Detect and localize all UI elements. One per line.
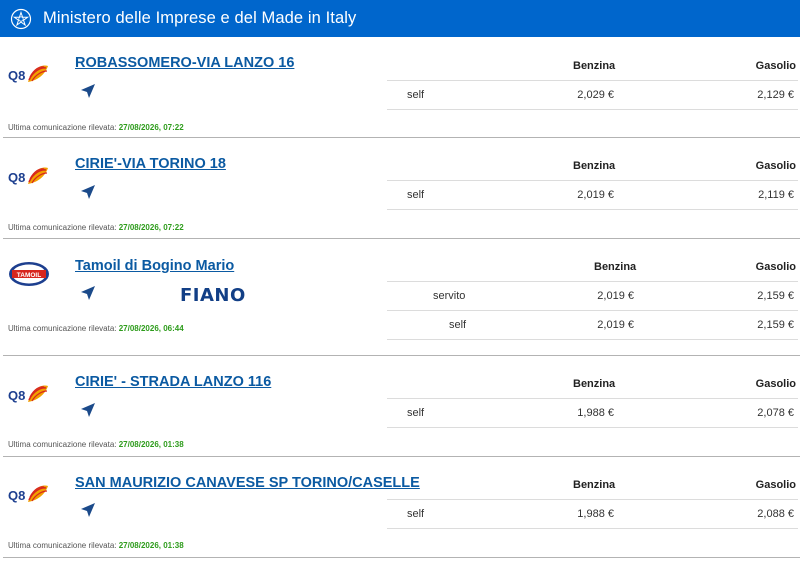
station-card: Q8 CIRIE' - STRADA LANZO 116 Benzina Gas… <box>0 356 800 457</box>
gasolio-price: 2,159 € <box>757 290 794 302</box>
benzina-price: 1,988 € <box>577 407 614 419</box>
svg-text:Q8: Q8 <box>8 488 25 503</box>
last-communication-timestamp: 27/08/2026, 07:22 <box>118 123 184 132</box>
benzina-header: Benzina <box>573 160 616 172</box>
navigate-arrow-icon[interactable] <box>80 402 96 418</box>
last-communication-timestamp: 27/08/2026, 01:38 <box>118 541 184 550</box>
last-communication-timestamp: 27/08/2026, 07:22 <box>118 223 184 232</box>
last-communication-note: Ultima comunicazione rilevata: 27/08/202… <box>8 541 184 550</box>
last-communication-timestamp: 27/08/2026, 06:44 <box>118 324 184 333</box>
benzina-header: Benzina <box>573 479 616 491</box>
gasolio-header: Gasolio <box>755 160 796 172</box>
gasolio-price: 2,159 € <box>757 319 794 331</box>
svg-text:Q8: Q8 <box>8 388 25 403</box>
q8-logo-icon: Q8 <box>8 485 48 503</box>
last-communication-timestamp: 27/08/2026, 01:38 <box>118 440 184 449</box>
navigate-arrow-icon[interactable] <box>80 184 96 200</box>
tamoil-logo-icon: TAMOIL <box>9 262 49 286</box>
last-communication-note: Ultima comunicazione rilevata: 27/08/202… <box>8 223 184 232</box>
service-type: self <box>407 89 425 101</box>
station-name-link[interactable]: Tamoil di Bogino Mario <box>75 258 234 274</box>
gasolio-header: Gasolio <box>755 261 796 273</box>
svg-text:Q8: Q8 <box>8 68 25 83</box>
price-table: Benzina Gasolio self 2,019 € 2,119 € <box>387 153 798 210</box>
price-header-row: Benzina Gasolio <box>387 153 798 181</box>
italian-republic-emblem-icon <box>10 8 32 29</box>
last-communication-note: Ultima comunicazione rilevata: 27/08/202… <box>8 123 184 132</box>
navigate-arrow-icon[interactable] <box>80 285 96 301</box>
service-type: self <box>449 319 467 331</box>
gasolio-price: 2,119 € <box>758 189 794 201</box>
service-type: self <box>407 508 425 520</box>
station-card: Q8 SAN MAURIZIO CANAVESE SP TORINO/CASEL… <box>0 457 800 558</box>
price-row: self 2,029 € 2,129 € <box>387 81 798 110</box>
svg-text:Q8: Q8 <box>8 170 25 185</box>
q8-logo-icon: Q8 <box>8 385 48 403</box>
benzina-price: 2,019 € <box>597 319 634 331</box>
price-row: self 1,988 € 2,078 € <box>387 399 798 428</box>
gasolio-price: 2,088 € <box>757 508 794 520</box>
last-communication-note: Ultima comunicazione rilevata: 27/08/202… <box>8 324 184 333</box>
station-name-link[interactable]: SAN MAURIZIO CANAVESE SP TORINO/CASELLE <box>75 475 420 491</box>
service-type: self <box>407 189 425 201</box>
price-table: Benzina Gasolio servito 2,019 € 2,159 € … <box>387 254 798 340</box>
station-card: TAMOIL Tamoil di Bogino Mario FIANO Benz… <box>0 239 800 356</box>
q8-logo-icon: Q8 <box>8 167 48 185</box>
gasolio-header: Gasolio <box>755 479 796 491</box>
benzina-header: Benzina <box>573 378 616 390</box>
station-name-link[interactable]: CIRIE' - STRADA LANZO 116 <box>75 374 271 390</box>
price-row: self 2,019 € 2,159 € <box>387 311 798 340</box>
price-table: Benzina Gasolio self 1,988 € 2,088 € <box>387 472 798 529</box>
navigate-arrow-icon[interactable] <box>80 502 96 518</box>
service-type: servito <box>433 290 466 302</box>
navigate-arrow-icon[interactable] <box>80 83 96 99</box>
price-row: self 1,988 € 2,088 € <box>387 500 798 529</box>
gasolio-header: Gasolio <box>755 378 796 390</box>
price-row: self 2,019 € 2,119 € <box>387 181 798 210</box>
fiano-brand-logo: FIANO <box>180 285 246 306</box>
gasolio-price: 2,129 € <box>757 89 794 101</box>
price-row: servito 2,019 € 2,159 € <box>387 282 798 311</box>
gasolio-header: Gasolio <box>755 60 796 72</box>
station-card: Q8 CIRIE'-VIA TORINO 18 Benzina Gasolio … <box>0 138 800 239</box>
benzina-price: 2,019 € <box>597 290 634 302</box>
svg-text:TAMOIL: TAMOIL <box>17 272 41 279</box>
last-communication-note: Ultima comunicazione rilevata: 27/08/202… <box>8 440 184 449</box>
benzina-header: Benzina <box>594 261 637 273</box>
benzina-price: 2,029 € <box>577 89 614 101</box>
gasolio-price: 2,078 € <box>757 407 794 419</box>
station-name-link[interactable]: ROBASSOMERO-VIA LANZO 16 <box>75 55 294 71</box>
top-bar: Ministero delle Imprese e del Made in It… <box>0 0 800 37</box>
price-header-row: Benzina Gasolio <box>387 472 798 500</box>
price-header-row: Benzina Gasolio <box>387 371 798 399</box>
price-header-row: Benzina Gasolio <box>387 254 798 282</box>
price-table: Benzina Gasolio self 1,988 € 2,078 € <box>387 371 798 428</box>
price-header-row: Benzina Gasolio <box>387 53 798 81</box>
ministry-title: Ministero delle Imprese e del Made in It… <box>43 9 357 27</box>
divider <box>3 557 800 558</box>
station-card: Q8 ROBASSOMERO-VIA LANZO 16 Benzina Gaso… <box>0 37 800 138</box>
price-table: Benzina Gasolio self 2,029 € 2,129 € <box>387 53 798 110</box>
service-type: self <box>407 407 425 419</box>
benzina-price: 1,988 € <box>577 508 614 520</box>
station-name-link[interactable]: CIRIE'-VIA TORINO 18 <box>75 156 226 172</box>
benzina-header: Benzina <box>573 60 616 72</box>
q8-logo-icon: Q8 <box>8 65 48 83</box>
benzina-price: 2,019 € <box>577 189 614 201</box>
